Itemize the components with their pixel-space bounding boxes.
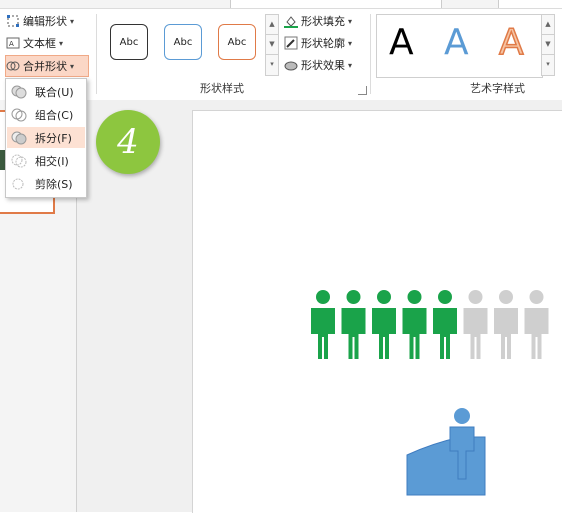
menu-item-fragment[interactable]: 拆分(F): [7, 127, 85, 148]
dialog-launcher-icon[interactable]: [358, 86, 367, 95]
person-figure[interactable]: [524, 290, 549, 359]
tab-edge: [498, 0, 562, 8]
text-box-label: 文本框: [23, 37, 56, 50]
slide-graphics: [311, 290, 549, 496]
text-box-button[interactable]: A 文本框 ▾: [6, 33, 63, 53]
person-figure[interactable]: [433, 290, 457, 359]
shape-style-gallery-scroll[interactable]: ▲ ▼ ▾: [265, 14, 279, 76]
subtract-icon: [11, 176, 27, 192]
shape-style-blue[interactable]: Abc: [164, 24, 202, 60]
edit-shape-label: 编辑形状: [23, 15, 67, 28]
merge-shapes-menu: 联合(U) 组合(C) 拆分(F) 相交(I) 剪除(S): [5, 78, 87, 198]
shape-effects-button[interactable]: 形状效果 ▾: [284, 55, 352, 75]
group-separator: [370, 14, 371, 94]
wordart-orange[interactable]: A: [498, 21, 524, 64]
shape-style-orange[interactable]: Abc: [218, 24, 256, 60]
merge-shapes-label: 合并形状: [23, 60, 67, 73]
chevron-down-icon: ▾: [348, 16, 353, 26]
menu-item-label: 拆分(F): [35, 131, 72, 145]
merge-shapes-button[interactable]: 合并形状 ▾: [5, 55, 89, 77]
shape-fill-button[interactable]: 形状填充 ▾: [284, 11, 352, 31]
step-number-badge: 4: [96, 110, 160, 174]
shape-fill-label: 形状填充: [301, 15, 345, 28]
active-tab-edge: [230, 0, 442, 8]
menu-item-intersect[interactable]: 相交(I): [7, 150, 85, 171]
combine-icon: [11, 107, 27, 123]
chevron-down-icon: ▾: [348, 38, 353, 48]
merge-shapes-icon: [6, 59, 20, 73]
menu-item-label: 相交(I): [35, 154, 69, 168]
svg-text:A: A: [9, 40, 14, 48]
scroll-up-icon[interactable]: ▲: [542, 15, 554, 35]
pencil-icon: [284, 36, 298, 50]
chevron-down-icon: ▾: [70, 16, 75, 26]
shape-styles-group-label: 形状样式: [200, 82, 244, 95]
edit-shape-button[interactable]: 编辑形状 ▾: [6, 11, 74, 31]
menu-item-subtract[interactable]: 剪除(S): [7, 173, 85, 194]
shape-effects-label: 形状效果: [301, 59, 345, 72]
wordart-black[interactable]: A: [389, 22, 414, 63]
gallery-more-icon[interactable]: ▾: [266, 55, 278, 74]
scroll-down-icon[interactable]: ▼: [542, 35, 554, 55]
chevron-down-icon: ▾: [59, 38, 64, 48]
person-figure[interactable]: [311, 290, 335, 359]
menu-item-union[interactable]: 联合(U): [7, 81, 85, 102]
person-figure[interactable]: [463, 290, 488, 359]
union-icon: [11, 84, 27, 100]
wordart-blue[interactable]: A: [444, 22, 469, 63]
intersect-icon: [11, 153, 27, 169]
shape-effects-icon: [284, 58, 298, 72]
text-box-icon: A: [6, 36, 20, 50]
scroll-up-icon[interactable]: ▲: [266, 15, 278, 35]
fragment-icon: [11, 130, 27, 146]
wordart-group-label: 艺术字样式: [470, 82, 525, 95]
gallery-more-icon[interactable]: ▾: [542, 55, 554, 74]
menu-item-combine[interactable]: 组合(C): [7, 104, 85, 125]
wordart-gallery-scroll[interactable]: ▲ ▼ ▾: [541, 14, 555, 76]
group-separator: [96, 14, 97, 94]
shape-style-black[interactable]: Abc: [110, 24, 148, 60]
menu-item-label: 剪除(S): [35, 177, 73, 191]
paint-bucket-icon: [284, 14, 298, 28]
chevron-down-icon: ▾: [348, 60, 353, 70]
chevron-down-icon: ▾: [70, 61, 75, 71]
menu-item-label: 组合(C): [35, 108, 74, 122]
person-figure[interactable]: [341, 290, 366, 359]
shape-outline-button[interactable]: 形状轮廓 ▾: [284, 33, 352, 53]
edit-shape-icon: [6, 14, 20, 28]
slide-canvas[interactable]: [192, 110, 562, 513]
platform-person-head: [454, 408, 470, 424]
shape-outline-label: 形状轮廓: [301, 37, 345, 50]
person-figure[interactable]: [494, 290, 518, 359]
person-figure[interactable]: [402, 290, 427, 359]
menu-item-label: 联合(U): [35, 85, 74, 99]
scroll-down-icon[interactable]: ▼: [266, 35, 278, 55]
person-figure[interactable]: [372, 290, 396, 359]
